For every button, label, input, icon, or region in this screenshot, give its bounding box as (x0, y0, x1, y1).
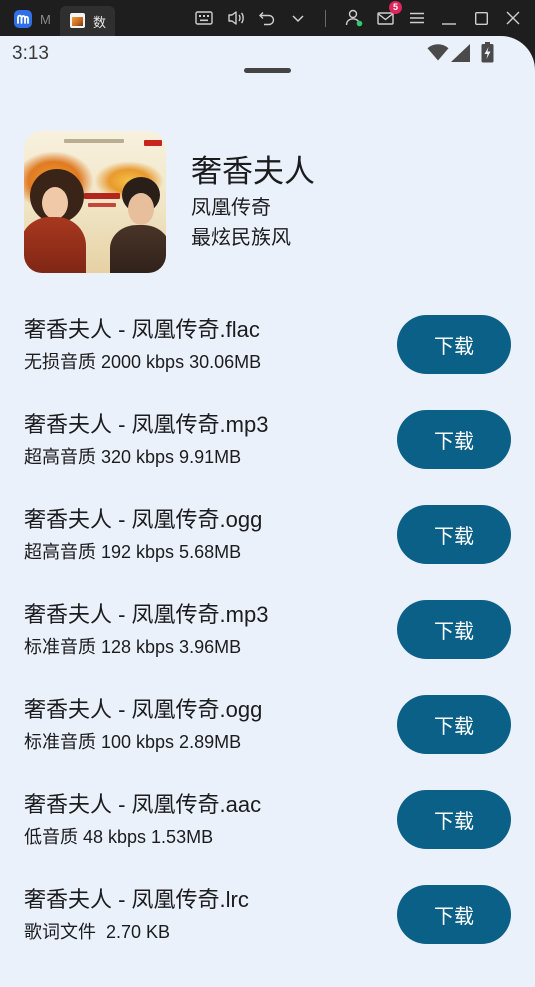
status-time: 3:13 (12, 43, 49, 64)
download-item: 奢香夫人 - 凤凰传奇.mp3 超高音质 320 kbps 9.91MB 下载 (0, 410, 535, 469)
undo-icon[interactable] (258, 10, 276, 26)
mail-badge: 5 (389, 1, 402, 14)
tab-title[interactable]: M (40, 12, 58, 27)
file-detail: 超高音质 192 kbps 5.68MB (24, 542, 242, 562)
album-art-man-jacket (110, 225, 166, 273)
window-titlebar: M 数 5 (0, 0, 535, 36)
chevron-down-icon[interactable] (291, 14, 305, 23)
active-tab[interactable]: 数 (60, 6, 115, 36)
download-button[interactable]: 下载 (397, 315, 511, 374)
album-art-man-face (128, 193, 154, 225)
album-art-woman-dress (24, 217, 86, 273)
file-name: 奢香夫人 - 凤凰传奇.mp3 (24, 602, 269, 627)
download-button[interactable]: 下载 (397, 505, 511, 564)
file-detail: 标准音质 128 kbps 3.96MB (24, 637, 242, 657)
file-detail: 超高音质 320 kbps 9.91MB (24, 447, 242, 467)
file-detail: 标准音质 100 kbps 2.89MB (24, 732, 242, 752)
download-button[interactable]: 下载 (397, 600, 511, 659)
file-name: 奢香夫人 - 凤凰传奇.flac (24, 317, 260, 342)
download-item: 奢香夫人 - 凤凰传奇.flac 无损音质 2000 kbps 30.06MB … (0, 315, 535, 374)
titlebar-separator (325, 10, 326, 27)
song-album: 最炫民族风 (191, 227, 291, 249)
album-art (24, 131, 166, 273)
file-name: 奢香夫人 - 凤凰传奇.ogg (24, 507, 263, 532)
cellular-signal-icon (451, 44, 470, 62)
album-art-woman-face (42, 187, 68, 219)
download-button[interactable]: 下载 (397, 410, 511, 469)
bottom-sheet: 3:13 奢香夫人 凤凰传奇 最炫民族风 奢香夫人 - 凤凰传奇.flac 无损… (0, 36, 535, 987)
album-art-banner (64, 139, 124, 143)
account-icon[interactable] (345, 9, 363, 27)
file-name: 奢香夫人 - 凤凰传奇.aac (24, 792, 262, 817)
download-item: 奢香夫人 - 凤凰传奇.aac 低音质 48 kbps 1.53MB 下载 (0, 790, 535, 849)
download-button[interactable]: 下载 (397, 885, 511, 944)
album-art-title-block (84, 193, 120, 199)
menu-icon[interactable] (410, 12, 424, 24)
app-logo-icon[interactable] (14, 10, 32, 28)
file-name: 奢香夫人 - 凤凰传奇.ogg (24, 697, 263, 722)
wifi-icon (427, 44, 449, 61)
download-item: 奢香夫人 - 凤凰传奇.ogg 标准音质 100 kbps 2.89MB 下载 (0, 695, 535, 754)
close-icon[interactable] (506, 11, 520, 25)
album-art-logo (144, 140, 162, 146)
file-name: 奢香夫人 - 凤凰传奇.mp3 (24, 412, 269, 437)
download-button[interactable]: 下载 (397, 790, 511, 849)
minimize-icon[interactable] (442, 17, 456, 27)
song-artist: 凤凰传奇 (191, 197, 271, 219)
file-detail: 无损音质 2000 kbps 30.06MB (24, 352, 262, 372)
maximize-icon[interactable] (475, 12, 488, 25)
download-item: 奢香夫人 - 凤凰传奇.ogg 超高音质 192 kbps 5.68MB 下载 (0, 505, 535, 564)
file-detail: 歌词文件 2.70 KB (24, 922, 171, 942)
download-item: 奢香夫人 - 凤凰传奇.lrc 歌词文件 2.70 KB 下载 (0, 885, 535, 944)
file-detail: 低音质 48 kbps 1.53MB (24, 827, 214, 847)
album-art-title-block-2 (88, 203, 116, 207)
download-item: 奢香夫人 - 凤凰传奇.mp3 标准音质 128 kbps 3.96MB 下载 (0, 600, 535, 659)
tab-favicon-icon (70, 13, 85, 28)
active-tab-label: 数 (93, 15, 107, 30)
volume-icon[interactable] (227, 10, 245, 26)
download-button[interactable]: 下载 (397, 695, 511, 754)
song-title: 奢香夫人 (191, 154, 315, 189)
mail-icon[interactable] (377, 12, 394, 25)
file-name: 奢香夫人 - 凤凰传奇.lrc (24, 887, 249, 912)
battery-charging-icon (481, 42, 494, 63)
keyboard-icon[interactable] (195, 11, 213, 25)
drag-handle[interactable] (244, 68, 291, 73)
